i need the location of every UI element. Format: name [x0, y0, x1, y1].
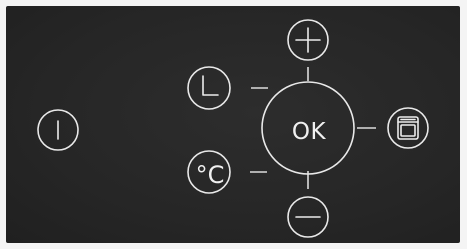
- timer-button[interactable]: [187, 66, 231, 110]
- oven-mode-button[interactable]: [387, 107, 429, 149]
- minus-button[interactable]: [287, 196, 329, 238]
- plus-button[interactable]: [287, 19, 329, 61]
- oven-icon: [397, 116, 419, 140]
- oven-control-panel: OK °C: [6, 6, 460, 243]
- control-panel-graphics: [37, 19, 429, 238]
- timer-button-ring: [187, 66, 231, 110]
- power-button[interactable]: [37, 109, 79, 151]
- oven-mode-button-ring: [387, 107, 429, 149]
- celsius-icon: °C: [195, 161, 225, 189]
- clock-icon: [202, 75, 219, 96]
- plus-icon: [295, 27, 321, 53]
- ok-label: OK: [291, 119, 327, 145]
